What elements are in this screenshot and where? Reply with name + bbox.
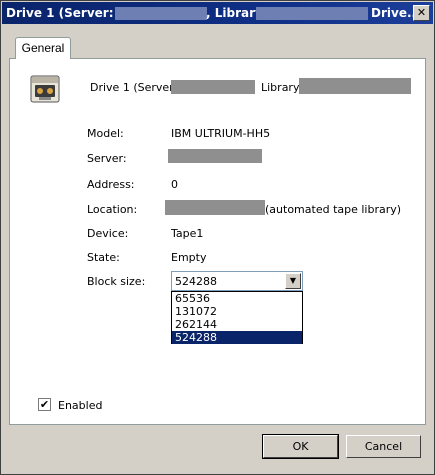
state-label: State: [87,251,120,264]
ok-button[interactable]: OK [262,434,339,459]
close-icon: ✕ [416,6,427,19]
dialog-window: Drive 1 (Server: , Library: Drive... ✕ G… [0,0,435,475]
cancel-button[interactable]: Cancel [346,435,421,458]
title-bar[interactable]: Drive 1 (Server: , Library: Drive... ✕ [2,2,433,24]
block-size-option-262144[interactable]: 262144 [172,318,302,331]
redacted-library-name [256,7,368,20]
drive-header-label: Drive 1 (Server: [90,81,178,94]
redacted-location-value [165,200,265,215]
enabled-label[interactable]: Enabled [58,399,102,412]
tab-general[interactable]: General [15,37,71,59]
general-panel [9,58,426,425]
model-label: Model: [87,127,124,140]
block-size-options: 65536 131072 262144 524288 [171,291,303,344]
block-size-select[interactable]: 524288 ▼ [171,271,303,291]
server-label: Server: [87,152,127,165]
library-header-label: Library: [261,81,303,94]
address-value: 0 [171,178,178,191]
device-label: Device: [87,227,129,240]
location-label: Location: [87,203,138,216]
close-button[interactable]: ✕ [413,5,430,21]
tape-drive-icon [29,73,63,107]
address-label: Address: [87,178,135,191]
location-suffix: (automated tape library) [265,203,402,216]
block-size-selected: 524288 [175,275,217,288]
block-size-option-65536[interactable]: 65536 [172,292,302,305]
block-size-option-131072[interactable]: 131072 [172,305,302,318]
block-size-option-524288[interactable]: 524288 [172,331,302,344]
enabled-checkbox[interactable]: ✔ [38,398,51,411]
block-size-label: Block size: [87,275,146,288]
state-value: Empty [171,251,207,264]
device-value: Tape1 [171,227,204,240]
redacted-server-name [115,7,207,20]
redacted-server-value [168,149,262,163]
model-value: IBM ULTRIUM-HH5 [171,127,271,140]
title-prefix: Drive 1 (Server: [6,6,114,20]
redacted-header-library [299,78,411,94]
redacted-header-server [171,80,255,94]
chevron-down-icon[interactable]: ▼ [285,273,301,289]
